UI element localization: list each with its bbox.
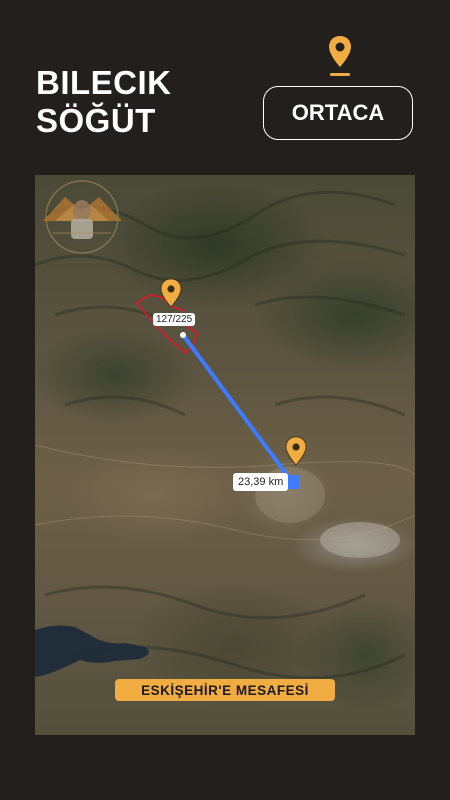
- watermark-logo: [43, 180, 122, 254]
- page-title: BILECIK SÖĞÜT: [36, 64, 172, 140]
- neighborhood-button[interactable]: ORTACA: [263, 86, 413, 140]
- destination-pin-icon: [285, 436, 307, 466]
- parcel-number-label: 127/225: [153, 313, 196, 326]
- distance-label: 23,39 km: [233, 473, 289, 491]
- province-name: BILECIK: [36, 64, 172, 101]
- satellite-map[interactable]: 127/225 23,39 km ESKİŞEHİR'E MESAFESİ: [35, 175, 415, 735]
- district-name: SÖĞÜT: [36, 102, 156, 139]
- location-pin-icon: [329, 36, 351, 76]
- parcel-pin-icon: [160, 278, 182, 308]
- distance-route: [181, 333, 295, 485]
- lake: [35, 625, 149, 677]
- distance-banner: ESKİŞEHİR'E MESAFESİ: [115, 679, 335, 701]
